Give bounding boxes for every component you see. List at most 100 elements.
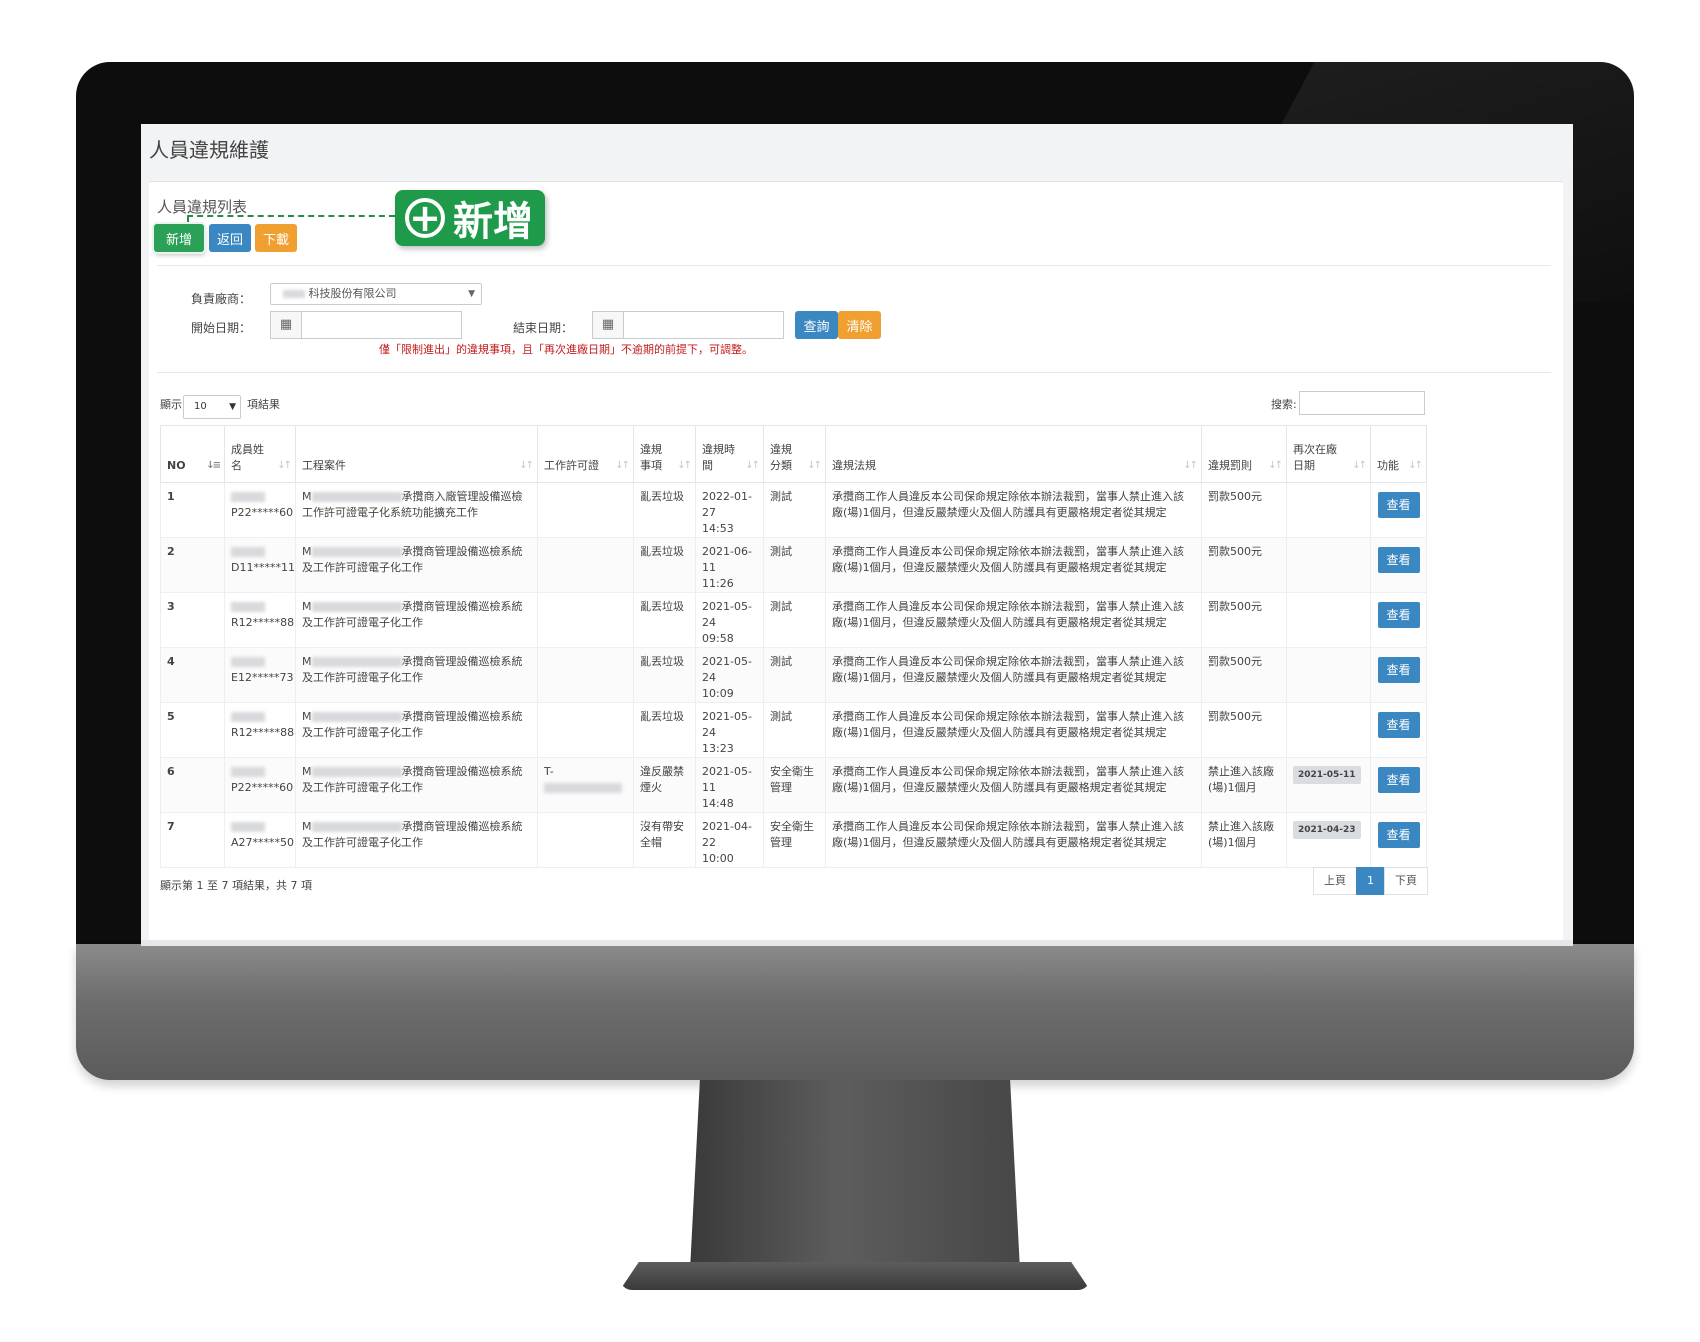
clear-button[interactable]: 清除: [838, 311, 881, 339]
table-cell: 查看: [1370, 647, 1427, 703]
add-button[interactable]: 新增: [154, 224, 204, 252]
violation-law-line1: 承攬商工作人員違反本公司保命規定除依本辦法裁罰，當事人禁止進入該: [832, 820, 1184, 833]
violation-penalty: 罰款500元: [1208, 600, 1262, 613]
violation-penalty: 罰款500元: [1208, 490, 1262, 503]
col-header[interactable]: 工作許可證 ↓↑: [537, 425, 634, 483]
project-code-redacted: [311, 492, 402, 502]
violation-category: 測試: [770, 490, 792, 503]
violation-category: 測試: [770, 600, 792, 613]
table-row: 2 D11*****11 M 承攬商管理設備巡檢系統 及工作許可證電子化工作 亂丟垃圾 20…: [160, 537, 1427, 593]
table-cell: 罰款500元: [1201, 537, 1287, 593]
next-page-button[interactable]: 下頁: [1384, 867, 1428, 895]
col-header[interactable]: 違規分類 ↓↑: [763, 425, 826, 483]
project-name-line2: 及工作許可證電子化工作: [302, 561, 423, 574]
end-date-input[interactable]: [625, 314, 749, 336]
violation-law-line2: 廠(場)1個月，但違反嚴禁煙火及個人防護具有更嚴格規定者從其規定: [832, 726, 1167, 739]
project-name-line1: 承攬商入廠管理設備巡檢: [401, 490, 523, 503]
violation-date: 2021-04-22: [702, 820, 752, 849]
table-cell: [537, 647, 634, 703]
col-header[interactable]: 功能 ↓↑: [1370, 425, 1427, 483]
table-cell: 6: [160, 757, 225, 813]
project-name-line2: 及工作許可證電子化工作: [302, 781, 423, 794]
query-button[interactable]: 查詢: [795, 311, 838, 339]
violation-time: 13:23: [702, 742, 734, 755]
download-button[interactable]: 下載: [255, 224, 297, 252]
table-cell: [537, 537, 634, 593]
table-cell: 測試: [763, 702, 826, 758]
col-header[interactable]: 成員姓名 ↓↑: [224, 425, 296, 483]
table-info: 顯示第 1 至 7 項結果，共 7 項: [160, 879, 312, 892]
page-1-button[interactable]: 1: [1356, 867, 1385, 895]
violation-penalty: 罰款500元: [1208, 655, 1262, 668]
violation-time: 11:26: [702, 577, 734, 590]
col-header[interactable]: 再次在廠日期 ↓↑: [1286, 425, 1371, 483]
violation-item: 亂丟垃圾: [640, 490, 684, 503]
violation-law-line2: 廠(場)1個月，但違反嚴禁煙火及個人防護具有更嚴格規定者從其規定: [832, 781, 1167, 794]
col-header[interactable]: 違規法規 ↓↑: [825, 425, 1202, 483]
back-button[interactable]: 返回: [209, 224, 251, 252]
project-name-line2: 及工作許可證電子化工作: [302, 726, 423, 739]
col-header[interactable]: 工程案件 ↓↑: [295, 425, 538, 483]
table-cell: 2022-01-27 14:53: [695, 482, 764, 538]
divider: [157, 265, 1551, 266]
project-code-redacted: [311, 712, 402, 722]
divider: [157, 372, 1551, 373]
view-button[interactable]: 查看: [1377, 657, 1420, 683]
table-cell: E12*****73: [224, 647, 296, 703]
violation-law-line1: 承攬商工作人員違反本公司保命規定除依本辦法裁罰，當事人禁止進入該: [832, 710, 1184, 723]
view-button[interactable]: 查看: [1377, 767, 1420, 793]
page-title: 人員違規維護: [149, 138, 269, 162]
col-header[interactable]: 違規罰則 ↓↑: [1201, 425, 1287, 483]
table-cell: 查看: [1370, 702, 1427, 758]
search-label: 搜索:: [1271, 398, 1297, 411]
col-header[interactable]: NO ↓≡: [160, 425, 225, 483]
view-button[interactable]: 查看: [1377, 712, 1420, 738]
view-button[interactable]: 查看: [1377, 547, 1420, 573]
table-cell: 5: [160, 702, 225, 758]
table-cell: [537, 812, 634, 868]
violation-time: 14:48: [702, 797, 734, 810]
table-cell: 2021-06-11 11:26: [695, 537, 764, 593]
table-cell: 承攬商工作人員違反本公司保命規定除依本辦法裁罰，當事人禁止進入該 廠(場)1個月，…: [825, 757, 1202, 813]
work-permit: T-: [544, 765, 554, 778]
show-label: 顯示: [160, 398, 182, 411]
table-cell: 安全衛生管理: [763, 812, 826, 868]
reentry-date-badge: 2021-05-11: [1293, 766, 1361, 784]
results-label: 項結果: [247, 398, 280, 411]
prev-page-button[interactable]: 上頁: [1313, 867, 1357, 895]
start-date-input[interactable]: [303, 314, 427, 336]
table-cell: 禁止進入該廠(場)1個月: [1201, 812, 1287, 868]
table-cell: 2021-05-24 09:58: [695, 592, 764, 648]
row-number: 6: [167, 765, 175, 778]
table-cell: [1286, 482, 1371, 538]
project-name-line1: 承攬商管理設備巡檢系統: [401, 600, 523, 613]
table-cell: 測試: [763, 537, 826, 593]
member-name-redacted: [231, 547, 265, 557]
member-name-redacted: [231, 767, 265, 777]
table-cell: 測試: [763, 647, 826, 703]
table-cell: 違反嚴禁煙火: [633, 757, 696, 813]
view-button[interactable]: 查看: [1377, 492, 1420, 518]
vendor-select[interactable]: 科技股份有限公司 ▼: [270, 283, 482, 305]
member-id: P22*****60: [231, 506, 294, 519]
table-cell: P22*****60: [224, 482, 296, 538]
table-cell: 亂丟垃圾: [633, 702, 696, 758]
end-date-field[interactable]: ▦: [592, 311, 784, 339]
view-button[interactable]: 查看: [1377, 602, 1420, 628]
violation-date: 2021-06-11: [702, 545, 752, 574]
member-id: P22*****60: [231, 781, 294, 794]
page-size-select[interactable]: 10 ▼: [183, 395, 241, 419]
violation-category: 安全衛生管理: [770, 820, 814, 849]
violation-panel: 人員違規列表 + 新增 新增 返回 下載 負責廠商： 科技股份有限公司 ▼ 開始…: [149, 181, 1563, 942]
view-button[interactable]: 查看: [1377, 822, 1420, 848]
violation-law-line2: 廠(場)1個月，但違反嚴禁煙火及個人防護具有更嚴格規定者從其規定: [832, 671, 1167, 684]
screen-bottom-edge: [141, 940, 1573, 946]
search-input[interactable]: [1299, 391, 1425, 415]
member-id: R12*****88: [231, 726, 295, 739]
violation-law-line1: 承攬商工作人員違反本公司保命規定除依本辦法裁罰，當事人禁止進入該: [832, 655, 1184, 668]
violation-penalty: 禁止進入該廠(場)1個月: [1208, 765, 1274, 794]
col-header[interactable]: 違規事項 ↓↑: [633, 425, 696, 483]
table-cell: 測試: [763, 482, 826, 538]
col-header[interactable]: 違規時間 ↓↑: [695, 425, 764, 483]
start-date-field[interactable]: ▦: [270, 311, 462, 339]
